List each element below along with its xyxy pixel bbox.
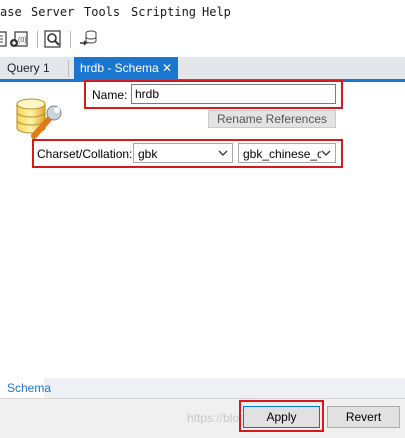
toolbar-separator <box>70 31 71 48</box>
inspector-icon[interactable] <box>43 29 63 49</box>
charset-collation-label: Charset/Collation: <box>37 147 133 161</box>
schema-database-icon <box>14 96 64 140</box>
svg-text:(0): (0) <box>18 37 27 44</box>
tab-schema[interactable]: Schema <box>0 378 51 398</box>
tab-label: hrdb - Schema <box>80 61 159 75</box>
menu-item-scripting[interactable]: Scripting <box>131 5 196 19</box>
revert-button[interactable]: Revert <box>327 406 400 428</box>
charset-value: gbk <box>138 147 158 161</box>
name-label: Name: <box>92 88 128 102</box>
tab-query-1[interactable]: Query 1 <box>0 57 68 79</box>
toolbar-separator <box>37 31 38 48</box>
menu-bar: ase Server Tools Scripting Help <box>0 0 405 24</box>
schema-name-input[interactable] <box>131 84 336 104</box>
collation-select[interactable]: gbk_chinese_ci <box>238 143 336 163</box>
tab-hrdb-schema[interactable]: hrdb - Schema ✕ <box>74 57 178 79</box>
menu-item-tools[interactable]: Tools <box>84 5 120 19</box>
menu-item-help[interactable]: Help <box>202 5 231 19</box>
tab-label: Query 1 <box>7 61 50 75</box>
charset-select[interactable]: gbk <box>133 143 233 163</box>
toolbar: (0) <box>0 24 405 54</box>
menu-item-server[interactable]: Server <box>31 5 74 19</box>
tab-label: Schema <box>7 381 52 395</box>
chevron-down-icon[interactable] <box>320 147 332 159</box>
rename-references-button[interactable]: Rename References <box>208 110 336 128</box>
menu-item-database[interactable]: ase <box>0 5 22 19</box>
collation-value: gbk_chinese_ci <box>243 147 321 161</box>
bottom-tab-strip: Schema <box>0 378 405 398</box>
apply-highlight-box <box>239 400 324 432</box>
add-schema-icon[interactable]: (0) <box>9 29 29 49</box>
chevron-down-icon[interactable] <box>217 147 229 159</box>
migration-icon[interactable] <box>79 29 99 49</box>
tab-separator <box>68 60 69 77</box>
close-icon[interactable]: ✕ <box>162 57 172 79</box>
editor-tab-strip: Query 1 hrdb - Schema ✕ <box>0 57 405 82</box>
